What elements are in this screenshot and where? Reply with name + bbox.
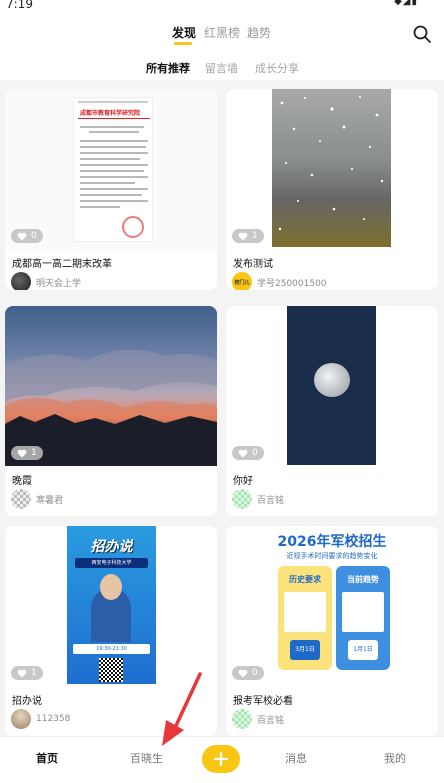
document-page: 成都市教育科学研究院 bbox=[73, 97, 153, 242]
tab-home[interactable]: 首页 bbox=[36, 750, 58, 766]
post-card[interactable]: 1 发布测试 校门儿 学号250001500 bbox=[226, 89, 438, 290]
document-header: 成都市教育科学研究院 bbox=[80, 110, 141, 117]
post-title: 发布测试 bbox=[233, 259, 273, 270]
author-name: 112358 bbox=[36, 714, 71, 724]
history-label: 历史要求 bbox=[289, 575, 321, 584]
post-card[interactable]: 2026年军校招生 近视手术时间要求的趋势变化 历史要求 3月1日 当前趋势 1… bbox=[226, 526, 438, 736]
like-count: 0 bbox=[252, 448, 258, 458]
promo-poster: 招办说 西安电子科技大学 19:30-21:30 bbox=[67, 526, 156, 684]
avatar[interactable] bbox=[232, 489, 252, 509]
like-badge[interactable]: 0 bbox=[11, 229, 43, 243]
heart-icon bbox=[17, 232, 27, 240]
post-card[interactable]: 成都市教育科学研究院 0 成都高一高二期末改革 明天会上学 bbox=[5, 89, 217, 290]
author[interactable]: 百言铭 bbox=[232, 709, 284, 729]
tab-red-black-list[interactable]: 红黑榜 bbox=[204, 24, 240, 41]
avatar[interactable]: 校门儿 bbox=[232, 272, 252, 290]
post-title: 报考军校必看 bbox=[233, 696, 293, 707]
post-card[interactable]: 0 你好 百言铭 bbox=[226, 306, 438, 516]
snow-overlay bbox=[278, 96, 384, 231]
moon bbox=[314, 363, 350, 397]
tab-encyclopedia[interactable]: 百晓生 bbox=[130, 750, 163, 766]
like-count: 1 bbox=[31, 448, 37, 458]
post-image bbox=[226, 89, 438, 249]
author[interactable]: 百言铭 bbox=[232, 489, 284, 509]
heart-icon bbox=[17, 449, 27, 457]
author-name: 百言铭 bbox=[257, 715, 285, 726]
tab-trends[interactable]: 趋势 bbox=[247, 24, 271, 41]
author[interactable]: 寒暑君 bbox=[11, 489, 63, 509]
top-nav: 发现 红黑榜 趋势 bbox=[0, 16, 444, 52]
poster-title: 2026年军校招生 bbox=[277, 534, 387, 550]
bottom-tab-bar: 首页 百晓生 消息 我的 bbox=[0, 736, 444, 783]
like-count: 1 bbox=[31, 668, 37, 678]
current-column: 当前趋势 1月1日 bbox=[336, 566, 390, 670]
red-arrow-annotation bbox=[162, 672, 202, 746]
subtab-message-wall[interactable]: 留言墙 bbox=[205, 60, 238, 76]
like-badge[interactable]: 1 bbox=[11, 666, 43, 680]
history-date: 3月1日 bbox=[290, 640, 320, 660]
active-tab-indicator bbox=[174, 42, 192, 45]
author[interactable]: 112358 bbox=[11, 709, 70, 729]
tab-profile[interactable]: 我的 bbox=[384, 750, 406, 766]
heart-icon bbox=[17, 669, 27, 677]
post-title: 成都高一高二期末改革 bbox=[12, 259, 112, 270]
post-image bbox=[226, 306, 438, 466]
post-image bbox=[5, 306, 217, 466]
like-badge[interactable]: 0 bbox=[232, 666, 264, 680]
avatar[interactable] bbox=[11, 489, 31, 509]
post-title: 招办说 bbox=[12, 696, 42, 707]
status-bar: 7:19 ◆◢▮ bbox=[0, 0, 444, 16]
seal-stamp bbox=[122, 216, 144, 238]
sub-nav: 所有推荐 留言墙 成长分享 bbox=[0, 52, 444, 80]
author-name: 学号250001500 bbox=[257, 278, 327, 289]
poster-heading: 招办说 bbox=[90, 539, 133, 555]
like-badge[interactable]: 1 bbox=[11, 446, 43, 460]
author[interactable]: 明天会上学 bbox=[11, 272, 81, 290]
avatar[interactable] bbox=[11, 272, 31, 290]
poster-time: 19:30-21:30 bbox=[73, 644, 150, 654]
tab-discover[interactable]: 发现 bbox=[172, 24, 196, 41]
post-title: 晚霞 bbox=[12, 476, 32, 487]
avatar[interactable] bbox=[11, 709, 31, 729]
qr-code bbox=[99, 658, 123, 682]
post-image: 2026年军校招生 近视手术时间要求的趋势变化 历史要求 3月1日 当前趋势 1… bbox=[226, 526, 438, 686]
plus-icon bbox=[214, 752, 228, 766]
poster-subtitle: 近视手术时间要求的趋势变化 bbox=[286, 552, 378, 560]
author-name: 百言铭 bbox=[257, 495, 285, 506]
post-feed: 成都市教育科学研究院 0 成都高一高二期末改革 明天会上学 1 发布测试 校门儿… bbox=[0, 80, 444, 736]
avatar[interactable] bbox=[232, 709, 252, 729]
like-count: 1 bbox=[252, 231, 258, 241]
create-post-button[interactable] bbox=[202, 745, 240, 773]
post-card[interactable]: 1 晚霞 寒暑君 bbox=[5, 306, 217, 516]
heart-icon bbox=[238, 449, 248, 457]
heart-icon bbox=[238, 232, 248, 240]
subtab-all-recommended[interactable]: 所有推荐 bbox=[146, 60, 190, 76]
post-image: 招办说 西安电子科技大学 19:30-21:30 bbox=[5, 526, 217, 686]
poster-subtitle: 西安电子科技大学 bbox=[75, 558, 148, 568]
heart-icon bbox=[238, 669, 248, 677]
author[interactable]: 校门儿 学号250001500 bbox=[232, 272, 327, 290]
like-badge[interactable]: 1 bbox=[232, 229, 264, 243]
avatar-badge: 校门儿 bbox=[234, 279, 250, 286]
search-icon[interactable] bbox=[412, 24, 432, 44]
like-badge[interactable]: 0 bbox=[232, 446, 264, 460]
author-name: 寒暑君 bbox=[36, 495, 64, 506]
document-thumbnail: 成都市教育科学研究院 bbox=[5, 89, 217, 249]
status-icons: ◆◢▮ bbox=[394, 0, 418, 7]
like-count: 0 bbox=[252, 668, 258, 678]
author-name: 明天会上学 bbox=[36, 278, 82, 289]
history-column: 历史要求 3月1日 bbox=[278, 566, 332, 670]
status-time: 7:19 bbox=[6, 0, 33, 11]
current-label: 当前趋势 bbox=[347, 575, 379, 584]
post-title: 你好 bbox=[233, 476, 253, 487]
subtab-growth-sharing[interactable]: 成长分享 bbox=[255, 60, 299, 76]
current-date: 1月1日 bbox=[348, 640, 378, 660]
tab-messages[interactable]: 消息 bbox=[285, 750, 307, 766]
like-count: 0 bbox=[31, 231, 37, 241]
